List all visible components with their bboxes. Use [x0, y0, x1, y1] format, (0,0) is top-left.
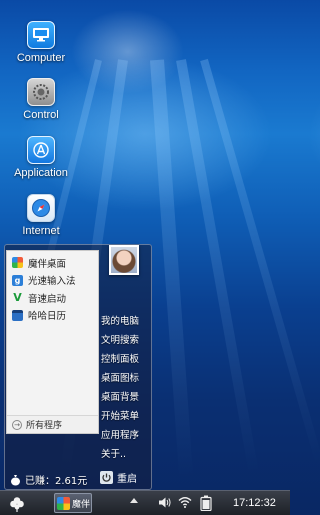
start-menu: 魔伴桌面 g 光速输入法 V 音速启动 哈哈日历 → 所有程序 我的电脑 文明搜… [4, 244, 152, 490]
desktop-icon-control[interactable]: Control [8, 78, 74, 121]
all-programs-button[interactable]: → 所有程序 [7, 415, 98, 433]
money-bag-icon [11, 474, 20, 485]
start-menu-item-launcher[interactable]: V 音速启动 [7, 289, 98, 307]
all-programs-label: 所有程序 [26, 421, 63, 431]
restart-label: 重启 [117, 474, 137, 485]
restart-button[interactable]: 重启 [100, 470, 137, 485]
start-menu-item-label: 光速输入法 [28, 276, 76, 288]
desktop-icon-label: Application [14, 167, 68, 179]
menu-link-control-panel[interactable]: 控制面板 [101, 351, 139, 365]
clover-icon [10, 497, 24, 512]
desktop-icon-label: Computer [16, 52, 66, 64]
start-menu-program-list: 魔伴桌面 g 光速输入法 V 音速启动 哈哈日历 → 所有程序 [6, 250, 99, 434]
battery-icon[interactable] [200, 495, 212, 511]
taskbar-clock[interactable]: 17:12:32 [233, 497, 276, 509]
menu-link-applications[interactable]: 应用程序 [101, 427, 139, 441]
input-method-icon: g [12, 274, 23, 286]
wifi-icon[interactable] [178, 496, 192, 508]
start-menu-item-calendar[interactable]: 哈哈日历 [7, 307, 98, 325]
start-menu-item-label: 音速启动 [28, 293, 67, 305]
power-icon [100, 471, 113, 484]
calendar-icon [12, 309, 23, 321]
desktop-icon-label: Control [23, 109, 59, 121]
desktop-icon-application[interactable]: Application [8, 136, 74, 179]
menu-link-search[interactable]: 文明搜索 [101, 332, 139, 346]
taskbar-app-moban[interactable]: 魔伴 [54, 493, 92, 513]
earnings-balance: 已赚：2.61元 [10, 472, 87, 487]
start-menu-item-label: 魔伴桌面 [28, 258, 67, 270]
control-panel-icon [27, 78, 55, 106]
avatar[interactable] [109, 245, 139, 275]
desktop-icon-label: Internet [22, 225, 60, 237]
start-button[interactable] [9, 496, 25, 512]
mobannerdesk-icon [12, 257, 23, 269]
menu-link-my-computer[interactable]: 我的电脑 [101, 313, 139, 327]
show-hidden-icons-arrow-icon[interactable] [130, 498, 138, 503]
volume-icon[interactable] [158, 496, 172, 509]
desktop-icon-computer[interactable]: Computer [8, 21, 74, 64]
menu-link-start-menu[interactable]: 开始菜单 [101, 408, 139, 422]
app-store-icon [27, 136, 55, 164]
start-menu-item-label: 哈哈日历 [28, 311, 67, 323]
start-menu-item-input-method[interactable]: g 光速输入法 [7, 272, 98, 290]
mobannerdesk-icon [57, 496, 70, 510]
safari-icon [27, 194, 55, 222]
menu-link-about[interactable]: 关于.. [101, 446, 126, 460]
launcher-icon: V [13, 291, 22, 305]
taskbar: 魔伴 17:12:32 [0, 490, 290, 515]
computer-icon [27, 21, 55, 49]
arrow-right-icon: → [12, 419, 22, 430]
desktop-icon-internet[interactable]: Internet [8, 194, 74, 237]
balance-label: 已赚：2.61元 [25, 476, 88, 487]
menu-link-desktop-background[interactable]: 桌面背景 [101, 389, 139, 403]
menu-link-desktop-icons[interactable]: 桌面图标 [101, 370, 139, 384]
start-menu-item-mobannerdesk[interactable]: 魔伴桌面 [7, 254, 98, 272]
taskbar-app-label: 魔伴 [72, 499, 91, 510]
